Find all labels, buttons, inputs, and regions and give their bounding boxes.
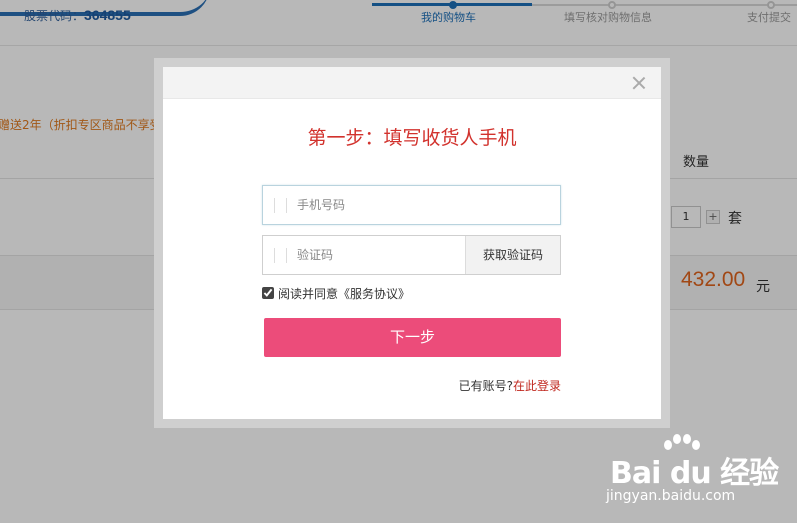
phone-field [262,185,561,225]
get-code-button[interactable]: 获取验证码 [465,236,560,274]
login-prompt-text: 已有账号? [458,379,513,393]
code-input[interactable] [297,236,457,274]
login-prompt: 已有账号?在此登录 [163,377,561,394]
watermark-brand: Bai du 经验 [610,456,779,491]
agree-checkbox[interactable] [262,287,274,299]
phone-icon [274,198,287,213]
phone-input[interactable] [297,186,557,224]
close-icon[interactable] [631,75,647,91]
agree-text: 阅读并同意 [278,286,339,301]
code-icon [274,248,287,263]
baidu-jingyan-watermark: Bai du 经验 jingyan.baidu.com [600,434,790,510]
modal-title: 第一步：填写收货人手机 [307,127,517,149]
service-agreement-link[interactable]: 《服务协议》 [338,285,410,302]
modal-title-bar [163,67,661,99]
watermark-url: jingyan.baidu.com [606,488,736,504]
next-step-button[interactable]: 下一步 [264,318,561,357]
login-link[interactable]: 在此登录 [513,379,561,393]
code-field: 获取验证码 [262,235,561,275]
phone-modal: 第一步：填写收货人手机 获取验证码 阅读并同意《服务协议》 下一步 已有账号?在… [163,67,661,419]
agreement-row: 阅读并同意 《服务协议》 [262,285,410,301]
